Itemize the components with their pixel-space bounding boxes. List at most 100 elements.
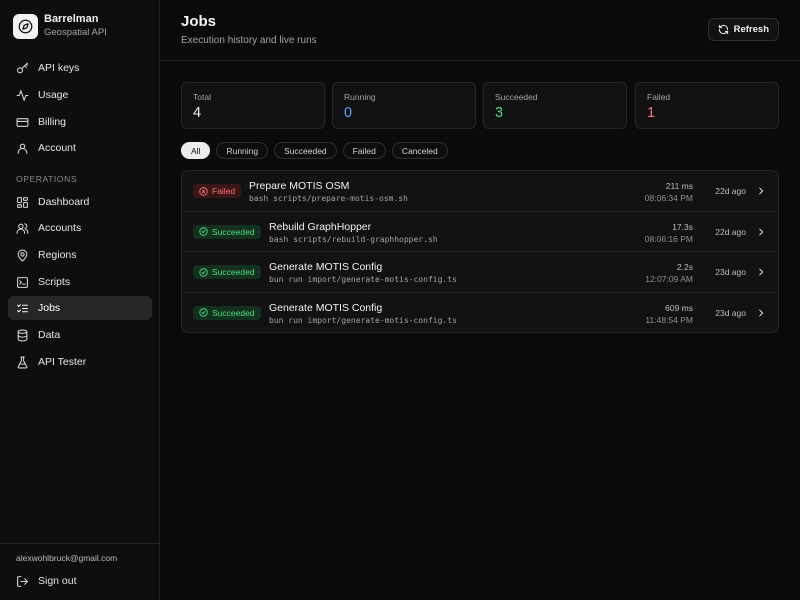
refresh-button[interactable]: Refresh (707, 18, 779, 41)
log-out-icon (17, 575, 28, 587)
dashboard-icon (17, 196, 28, 208)
job-ago: 23d ago (715, 307, 746, 318)
jobs-list: Failed Prepare MOTIS OSM bash scripts/pr… (181, 170, 779, 333)
status-text: Failed (212, 186, 236, 196)
job-command: bun run import/generate-motis-config.ts (269, 315, 457, 325)
sidebar-item-scripts[interactable]: Scripts (8, 270, 152, 294)
stat-card-succeeded: Succeeded 3 (483, 82, 627, 129)
terminal-icon (17, 276, 28, 288)
sidebar-item-api-keys[interactable]: API keys (8, 56, 152, 80)
job-row[interactable]: Succeeded Rebuild GraphHopper bash scrip… (182, 212, 778, 252)
user-icon (17, 143, 28, 154)
status-badge: Succeeded (193, 224, 261, 239)
refresh-icon (718, 24, 728, 35)
job-name: Generate MOTIS Config (269, 261, 383, 273)
section-label-operations: OPERATIONS (16, 174, 78, 184)
job-time: 11:48:54 PM (645, 314, 693, 325)
sidebar-item-jobs[interactable]: Jobs (8, 296, 152, 320)
filter-all[interactable]: All (181, 142, 211, 159)
job-name: Generate MOTIS Config (269, 301, 383, 314)
sign-out-button[interactable]: Sign out (8, 569, 152, 593)
page-header: Jobs Execution history and live runs Ref… (160, 0, 800, 61)
job-ago: 22d ago (715, 186, 746, 196)
sidebar-item-dashboard[interactable]: Dashboard (8, 190, 152, 214)
job-time: 12:07:09 AM (645, 274, 693, 284)
stat-card-running: Running 0 (332, 82, 476, 129)
job-command: bash scripts/rebuild-graphhopper.sh (269, 234, 438, 244)
job-command: bun run import/generate-motis-config.ts (269, 275, 457, 284)
job-duration: 17.3s (672, 221, 693, 232)
page-title: Jobs (181, 13, 217, 30)
sidebar-item-label: API Tester (38, 356, 87, 368)
sidebar-footer: alexwohlbruck@gmail.com Sign out (0, 543, 159, 600)
page-subtitle: Execution history and live runs (181, 35, 317, 46)
check-circle-icon (199, 308, 208, 317)
sidebar: Barrelman Geospatial API API keys Usage … (0, 0, 160, 600)
refresh-label: Refresh (733, 24, 769, 35)
filter-running[interactable]: Running (216, 142, 269, 159)
sidebar-item-accounts[interactable]: Accounts (8, 216, 152, 240)
stat-value: 3 (495, 105, 504, 121)
status-badge: Succeeded (193, 305, 261, 320)
credit-card-icon (16, 117, 29, 127)
users-icon (16, 222, 29, 234)
sidebar-item-regions[interactable]: Regions (8, 243, 152, 267)
status-badge: Failed (193, 184, 242, 198)
main-content: Jobs Execution history and live runs Ref… (160, 0, 800, 600)
sidebar-item-api-tester[interactable]: API Tester (8, 350, 152, 374)
sign-out-label: Sign out (38, 575, 77, 587)
job-duration: 211 ms (665, 181, 693, 191)
stat-card-total: Total 4 (181, 82, 325, 129)
sidebar-item-label: Jobs (38, 302, 61, 314)
status-text: Succeeded (212, 267, 255, 277)
sidebar-item-label: Accounts (38, 222, 82, 234)
chevron-right-icon (759, 309, 764, 316)
filter-succeeded[interactable]: Succeeded (274, 142, 337, 159)
brand-name: Barrelman (44, 13, 99, 25)
brand[interactable]: Barrelman Geospatial API (13, 13, 107, 39)
sidebar-item-account[interactable]: Account (8, 136, 152, 160)
sidebar-item-label: Account (38, 142, 76, 154)
status-badge: Succeeded (193, 265, 261, 279)
job-ago: 23d ago (715, 267, 746, 277)
sidebar-item-label: Data (38, 329, 61, 341)
job-row[interactable]: Failed Prepare MOTIS OSM bash scripts/pr… (182, 171, 778, 212)
status-text: Succeeded (212, 307, 255, 318)
job-duration: 2.2s (676, 262, 693, 272)
job-row[interactable]: Succeeded Generate MOTIS Config bun run … (182, 252, 778, 293)
sidebar-item-data[interactable]: Data (8, 323, 152, 347)
check-circle-icon (199, 227, 208, 236)
map-pin-icon (17, 249, 28, 261)
chevron-right-icon (759, 187, 764, 195)
sidebar-item-label: Regions (38, 249, 77, 261)
job-duration: 609 ms (665, 302, 693, 313)
filter-canceled[interactable]: Canceled (391, 142, 448, 159)
status-text: Succeeded (212, 226, 255, 237)
activity-icon (16, 89, 29, 101)
check-circle-icon (199, 267, 208, 277)
job-name: Prepare MOTIS OSM (249, 180, 350, 192)
compass-icon (13, 13, 38, 39)
key-icon (17, 62, 28, 73)
stat-label: Running (344, 92, 376, 102)
job-row[interactable]: Succeeded Generate MOTIS Config bun run … (182, 293, 778, 333)
sidebar-item-usage[interactable]: Usage (8, 83, 152, 107)
job-name: Rebuild GraphHopper (269, 220, 372, 233)
status-filters: All Running Succeeded Failed Canceled (181, 142, 454, 159)
sidebar-item-label: Billing (38, 116, 67, 128)
stat-value: 1 (647, 105, 656, 121)
sidebar-item-label: Dashboard (38, 196, 90, 208)
sidebar-item-label: Usage (38, 89, 69, 101)
user-email: alexwohlbruck@gmail.com (16, 553, 118, 563)
sidebar-item-billing[interactable]: Billing (8, 110, 152, 134)
job-ago: 22d ago (715, 226, 746, 237)
sidebar-item-label: API keys (38, 62, 80, 74)
brand-subtitle: Geospatial API (44, 27, 107, 38)
filter-failed[interactable]: Failed (342, 142, 386, 159)
x-circle-icon (199, 186, 208, 196)
stat-label: Succeeded (495, 92, 538, 102)
stat-label: Total (193, 92, 211, 102)
database-icon (17, 329, 28, 341)
job-command: bash scripts/prepare-motis-osm.sh (249, 194, 408, 203)
flask-icon (17, 356, 28, 368)
